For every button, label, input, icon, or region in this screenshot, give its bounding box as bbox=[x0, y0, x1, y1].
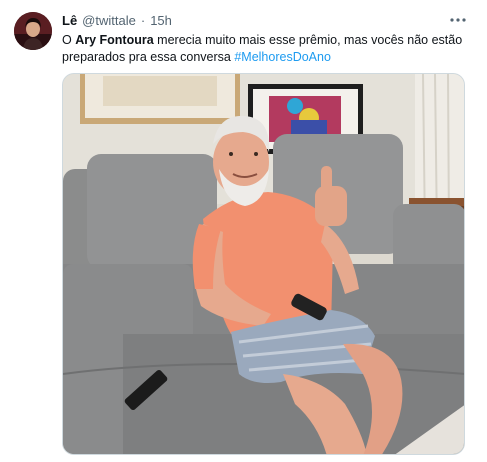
mention-name: Ary Fontoura bbox=[75, 33, 154, 47]
author-name[interactable]: Lê bbox=[62, 13, 77, 29]
tweet-text-before: O bbox=[62, 33, 76, 47]
separator-dot: · bbox=[140, 13, 146, 28]
author-handle[interactable]: @twittale bbox=[82, 13, 136, 29]
tweet-timestamp[interactable]: 15h bbox=[150, 13, 172, 29]
author-avatar[interactable] bbox=[14, 12, 52, 50]
tweet-header: Lê @twittale · 15h bbox=[62, 13, 172, 29]
more-horizontal-icon[interactable] bbox=[447, 10, 469, 30]
tweet-card[interactable]: Lê @twittale · 15h O Ary Fontoura mereci… bbox=[0, 0, 487, 462]
photo-illustration bbox=[63, 74, 464, 454]
tweet-text: O Ary Fontoura merecia muito mais esse p… bbox=[62, 32, 467, 65]
hashtag-link[interactable]: #MelhoresDoAno bbox=[234, 50, 331, 64]
tweet-photo[interactable] bbox=[62, 73, 465, 455]
